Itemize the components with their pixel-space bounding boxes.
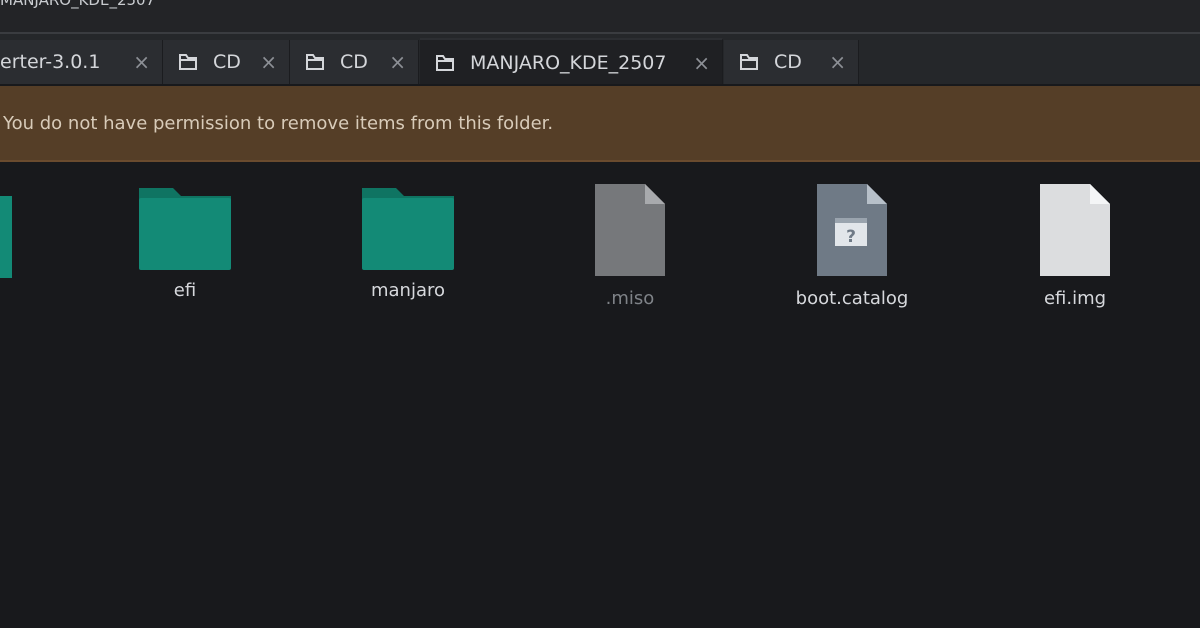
folder-icon xyxy=(362,188,454,270)
tab-label: erter-3.0.1 xyxy=(0,51,101,73)
file-name: .miso xyxy=(605,288,655,309)
file-item-miso[interactable]: .miso xyxy=(530,182,730,309)
close-icon[interactable]: × xyxy=(829,50,846,74)
folder-outline-icon xyxy=(740,54,758,70)
file-name: manjaro xyxy=(370,280,446,301)
file-item-manjaro[interactable]: manjaro xyxy=(308,182,508,301)
file-item-boot-catalog[interactable]: ? boot.catalog xyxy=(752,182,952,309)
tab-3[interactable]: CD × xyxy=(290,40,419,84)
file-name: boot.catalog xyxy=(795,288,909,309)
tab-bar: erter-3.0.1 × CD × CD × MANJARO_KDE_2507… xyxy=(0,34,1200,84)
banner-message: You do not have permission to remove ite… xyxy=(3,113,554,134)
window-titlebar: MANJARO_KDE_2507 xyxy=(0,0,1200,32)
hidden-file-icon xyxy=(595,184,665,276)
svg-text:?: ? xyxy=(846,227,856,247)
permission-warning-banner: You do not have permission to remove ite… xyxy=(0,86,1200,162)
folder-icon xyxy=(139,188,231,270)
file-item-efi[interactable]: efi xyxy=(85,182,285,301)
partial-folder-icon[interactable] xyxy=(0,188,12,282)
folder-outline-icon xyxy=(306,54,324,70)
tab-label: CD xyxy=(340,51,368,73)
window-title: MANJARO_KDE_2507 xyxy=(0,0,156,9)
unknown-file-icon: ? xyxy=(817,184,887,276)
tab-label: MANJARO_KDE_2507 xyxy=(470,52,667,74)
tab-4-active[interactable]: MANJARO_KDE_2507 × xyxy=(420,38,723,84)
file-icon xyxy=(1040,184,1110,276)
tab-1[interactable]: erter-3.0.1 × xyxy=(0,40,163,84)
file-name: efi xyxy=(173,280,197,301)
close-icon[interactable]: × xyxy=(133,50,150,74)
file-item-efi-img[interactable]: efi.img xyxy=(975,182,1175,309)
file-name: efi.img xyxy=(1043,288,1107,309)
close-icon[interactable]: × xyxy=(693,51,710,75)
close-icon[interactable]: × xyxy=(260,50,277,74)
folder-outline-icon xyxy=(179,54,197,70)
folder-outline-icon xyxy=(436,55,454,71)
tab-5[interactable]: CD × xyxy=(724,40,859,84)
tab-label: CD xyxy=(774,51,802,73)
tab-label: CD xyxy=(213,51,241,73)
tab-2[interactable]: CD × xyxy=(163,40,290,84)
close-icon[interactable]: × xyxy=(389,50,406,74)
